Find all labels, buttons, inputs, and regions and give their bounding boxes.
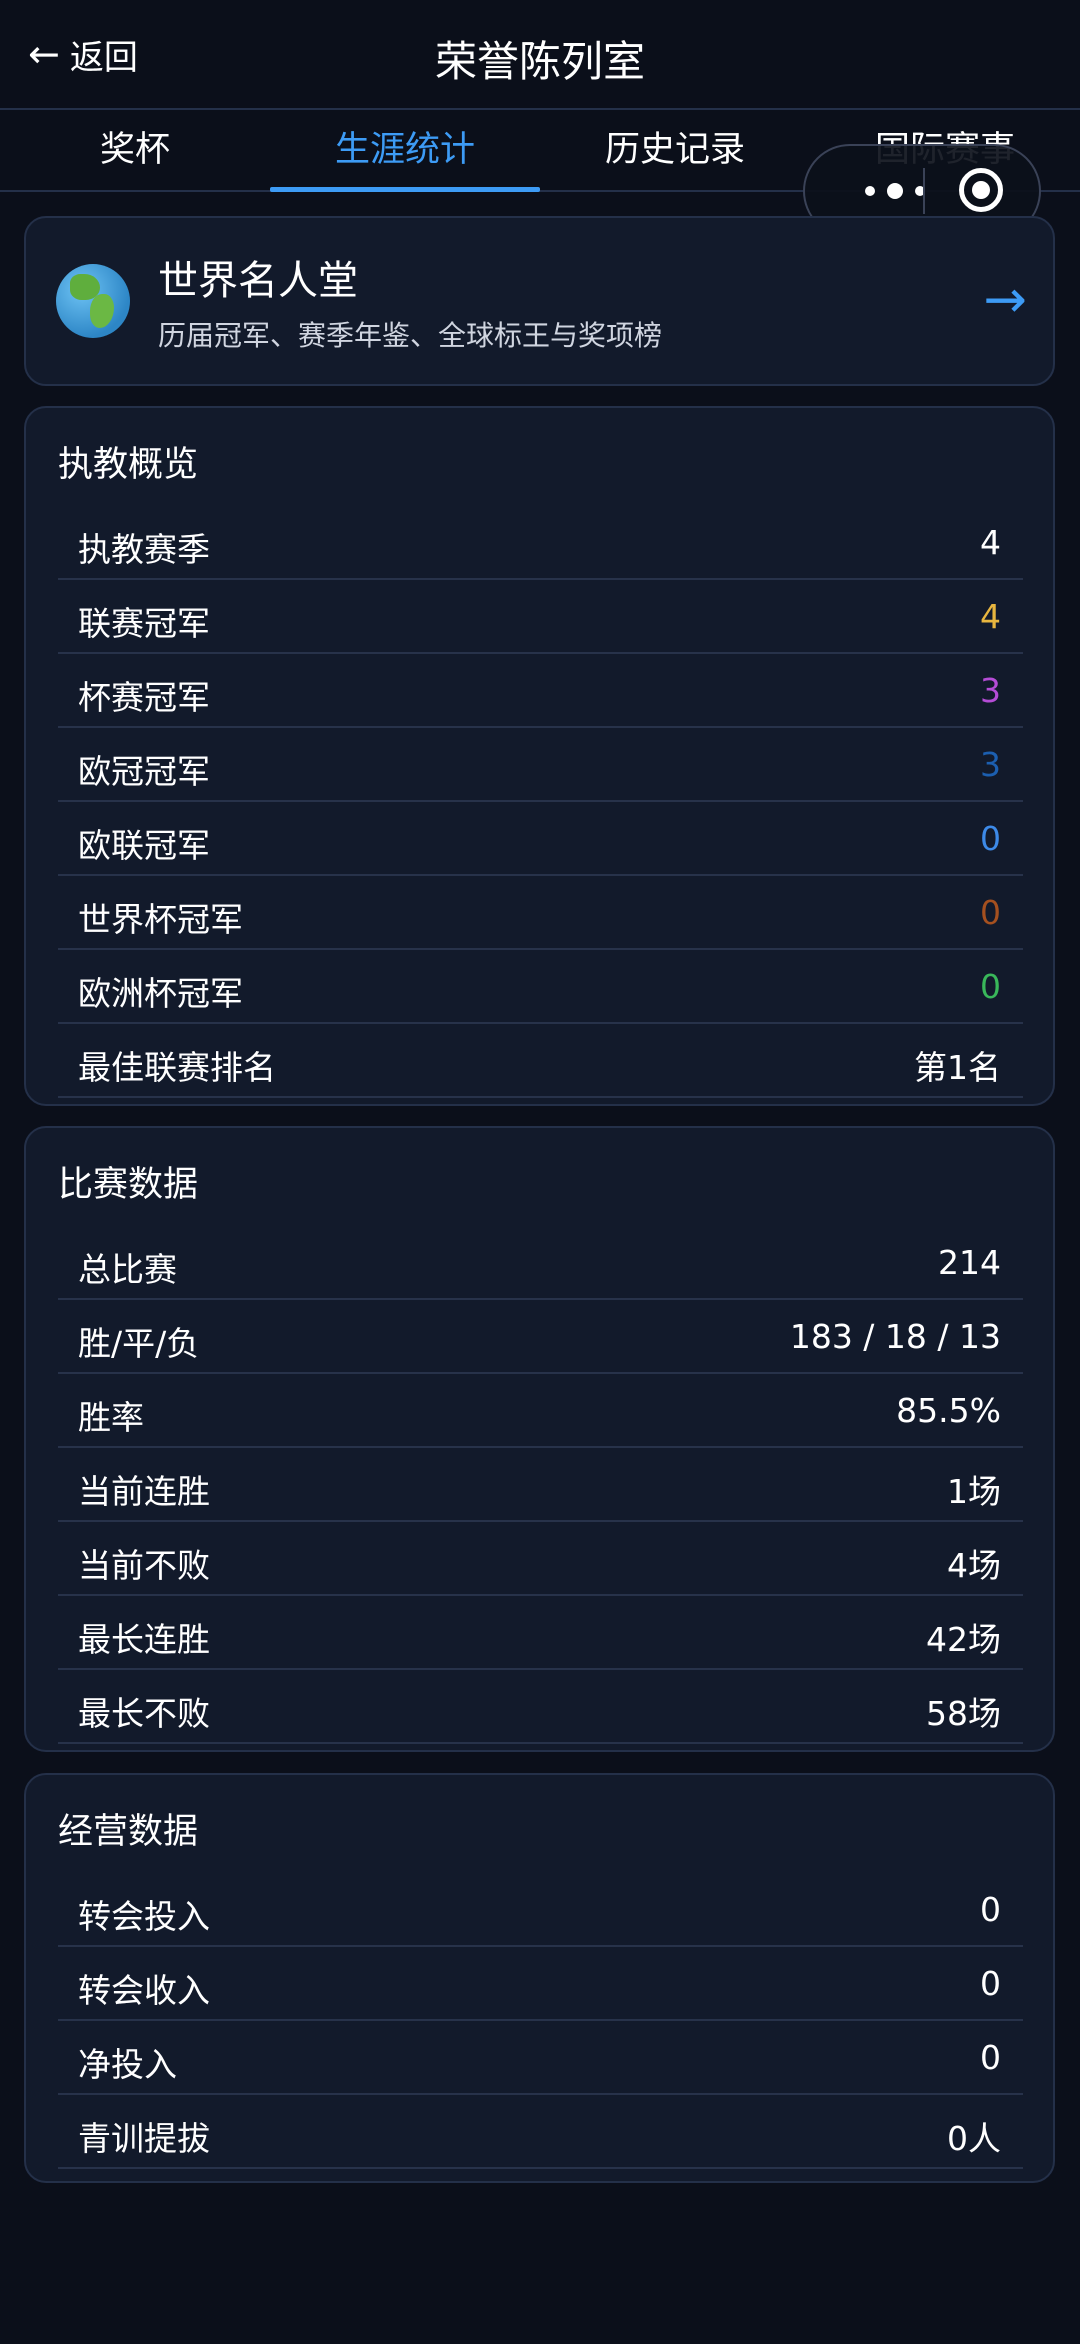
- tab-career-stats[interactable]: 生涯统计: [270, 110, 540, 192]
- stat-row: 联赛冠军 4: [58, 580, 1023, 654]
- hall-of-fame-title: 世界名人堂: [158, 258, 358, 304]
- close-target-icon[interactable]: [959, 168, 1003, 212]
- stat-label: 当前连胜: [78, 1472, 210, 1511]
- business-data-card: 经营数据 转会投入 0 转会收入 0 净投入 0 青训提拔 0人: [24, 1773, 1055, 2183]
- stat-row: 胜/平/负 183 / 18 / 13: [58, 1300, 1023, 1374]
- stat-label: 胜/平/负: [78, 1324, 200, 1363]
- stat-label: 转会收入: [78, 1971, 210, 2010]
- stat-row: 胜率 85.5%: [58, 1374, 1023, 1448]
- tab-history[interactable]: 历史记录: [540, 110, 810, 190]
- stat-value: 4场: [947, 1546, 1001, 1585]
- stat-label: 欧冠冠军: [78, 752, 210, 791]
- stat-label: 联赛冠军: [78, 604, 210, 643]
- stat-value: 0人: [947, 2119, 1001, 2158]
- stat-row: 净投入 0: [58, 2021, 1023, 2095]
- coaching-overview-card: 执教概览 执教赛季 4 联赛冠军 4 杯赛冠军 3 欧冠冠军 3 欧联冠军 0 世界杯冠军 0 欧洲杯冠…: [24, 406, 1055, 1106]
- tab-trophies[interactable]: 奖杯: [0, 110, 270, 190]
- arrow-right-icon: →: [983, 270, 1027, 330]
- stat-row: 世界杯冠军 0: [58, 876, 1023, 950]
- stat-value: 42场: [926, 1620, 1001, 1659]
- stat-row: 当前连胜 1场: [58, 1448, 1023, 1522]
- stat-row: 执教赛季 4: [58, 506, 1023, 580]
- business-data-list: 转会投入 0 转会收入 0 净投入 0 青训提拔 0人: [58, 1873, 1023, 2169]
- stat-row: 最长连胜 42场: [58, 1596, 1023, 1670]
- stat-label: 青训提拔: [78, 2119, 210, 2158]
- stat-value: 0: [980, 893, 1001, 932]
- stat-row: 最长不败 58场: [58, 1670, 1023, 1744]
- stat-row: 总比赛 214: [58, 1226, 1023, 1300]
- stat-row: 最佳联赛排名 第1名: [58, 1024, 1023, 1098]
- stat-row: 欧联冠军 0: [58, 802, 1023, 876]
- section-title: 比赛数据: [58, 1165, 199, 1205]
- stat-label: 当前不败: [78, 1546, 210, 1585]
- stat-label: 欧联冠军: [78, 826, 210, 865]
- stat-row: 青训提拔 0人: [58, 2095, 1023, 2169]
- stat-label: 执教赛季: [78, 530, 210, 569]
- stat-value: 0: [980, 1964, 1001, 2003]
- stat-value: 3: [980, 671, 1001, 710]
- stat-label: 最长连胜: [78, 1620, 210, 1659]
- stat-value: 0: [980, 2038, 1001, 2077]
- stat-value: 58场: [926, 1694, 1001, 1733]
- stat-row: 转会投入 0: [58, 1873, 1023, 1947]
- globe-icon: [56, 264, 130, 338]
- stat-row: 欧洲杯冠军 0: [58, 950, 1023, 1024]
- stat-label: 胜率: [78, 1398, 144, 1437]
- stat-value: 第1名: [914, 1048, 1001, 1087]
- stat-row: 转会收入 0: [58, 1947, 1023, 2021]
- stat-value: 0: [980, 1890, 1001, 1929]
- stat-value: 214: [938, 1243, 1001, 1282]
- match-data-card: 比赛数据 总比赛 214 胜/平/负 183 / 18 / 13 胜率 85.5% 当前连胜…: [24, 1126, 1055, 1752]
- stat-label: 世界杯冠军: [78, 900, 243, 939]
- overview-list: 执教赛季 4 联赛冠军 4 杯赛冠军 3 欧冠冠军 3 欧联冠军 0 世界杯冠军 0 欧洲杯冠军 0 最佳联…: [58, 506, 1023, 1098]
- stat-value: 3: [980, 745, 1001, 784]
- header-bar: ← 返回 荣誉陈列室: [0, 0, 1080, 110]
- stat-label: 净投入: [78, 2045, 177, 2084]
- stat-value: 0: [980, 819, 1001, 858]
- section-title: 执教概览: [58, 445, 199, 485]
- stat-value: 183 / 18 / 13: [789, 1317, 1001, 1356]
- stat-label: 杯赛冠军: [78, 678, 210, 717]
- stat-value: 1场: [947, 1472, 1001, 1511]
- stat-row: 欧冠冠军 3: [58, 728, 1023, 802]
- hall-of-fame-card[interactable]: 世界名人堂 历届冠军、赛季年鉴、全球标王与奖项榜 →: [24, 216, 1055, 386]
- stat-value: 0: [980, 967, 1001, 1006]
- stat-label: 最长不败: [78, 1694, 210, 1733]
- stat-label: 最佳联赛排名: [78, 1048, 276, 1087]
- stat-value: 4: [980, 597, 1001, 636]
- section-title: 经营数据: [58, 1812, 199, 1852]
- match-data-list: 总比赛 214 胜/平/负 183 / 18 / 13 胜率 85.5% 当前连胜 1场当前不…: [58, 1226, 1023, 1744]
- hall-of-fame-subtitle: 历届冠军、赛季年鉴、全球标王与奖项榜: [158, 319, 663, 352]
- stat-label: 总比赛: [78, 1250, 177, 1289]
- page-title: 荣誉陈列室: [434, 37, 645, 86]
- stat-row: 当前不败 4场: [58, 1522, 1023, 1596]
- stat-value: 4: [980, 523, 1001, 562]
- stat-label: 转会投入: [78, 1897, 210, 1936]
- stat-row: 杯赛冠军 3: [58, 654, 1023, 728]
- stat-value: 85.5%: [896, 1391, 1001, 1430]
- stat-label: 欧洲杯冠军: [78, 974, 243, 1013]
